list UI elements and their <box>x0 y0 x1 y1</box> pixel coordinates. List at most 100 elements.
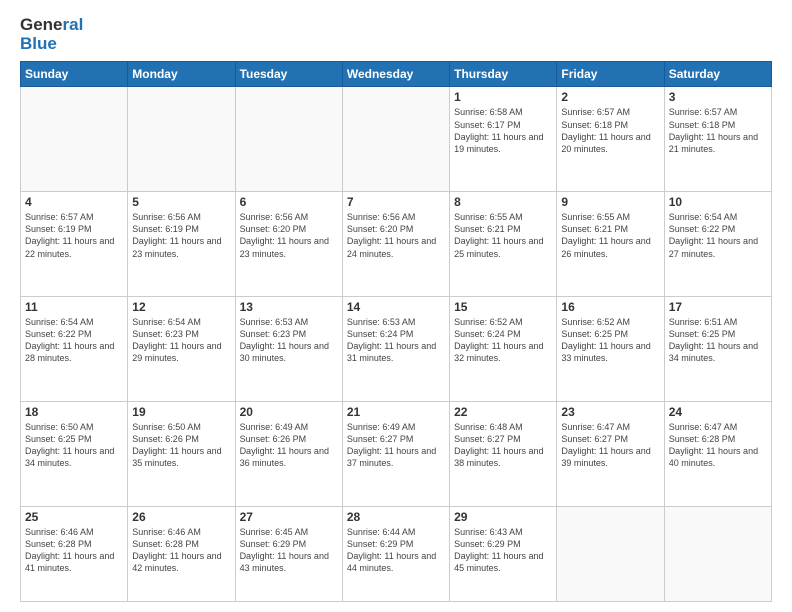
day-number: 13 <box>240 300 338 314</box>
calendar-cell: 6Sunrise: 6:56 AM Sunset: 6:20 PM Daylig… <box>235 192 342 297</box>
weekday-header-friday: Friday <box>557 62 664 87</box>
day-number: 18 <box>25 405 123 419</box>
logo-general: General <box>20 16 83 35</box>
calendar-cell: 17 Sunrise: 6:51 AM Sunset: 6:25 PM Dayli… <box>664 297 771 402</box>
logo-blue: Blue <box>20 35 83 54</box>
calendar-table: SundayMondayTuesdayWednesdayThursdayFrid… <box>20 61 772 602</box>
day-info: Sunrise: 6:50 AM Sunset: 6:25 PM Dayligh… <box>25 421 123 470</box>
calendar-page: Gene ral General Blue SundayMondayTuesda… <box>0 0 792 612</box>
day-info: Sunrise: 6:53 AM Sunset: 6:23 PM Dayligh… <box>240 316 338 365</box>
calendar-cell <box>342 87 449 192</box>
day-number: 25 <box>25 510 123 524</box>
day-number: 7 <box>347 195 445 209</box>
day-number: 27 <box>240 510 338 524</box>
calendar-cell: 25 Sunrise: 6:46 AM Sunset: 6:28 PM Dayli… <box>21 506 128 601</box>
calendar-cell: 22Sunrise: 6:48 AM Sunset: 6:27 PM Dayli… <box>450 401 557 506</box>
day-info: Sunrise: 6:46 AM Sunset: 6:28 PM Dayligh… <box>25 526 123 575</box>
day-info: Sunrise: 6:49 AM Sunset: 6:27 PM Dayligh… <box>347 421 445 470</box>
week-row-4: 18 Sunrise: 6:50 AM Sunset: 6:25 PM Dayli… <box>21 401 772 506</box>
calendar-cell: 7 Sunrise: 6:56 AM Sunset: 6:20 PM Daylig… <box>342 192 449 297</box>
day-info: Sunrise: 6:49 AM Sunset: 6:26 PM Dayligh… <box>240 421 338 470</box>
day-info: Sunrise: 6:47 AM Sunset: 6:27 PM Dayligh… <box>561 421 659 470</box>
logo: Gene ral General Blue <box>20 16 83 53</box>
calendar-cell: 15Sunrise: 6:52 AM Sunset: 6:24 PM Dayli… <box>450 297 557 402</box>
day-number: 4 <box>25 195 123 209</box>
calendar-cell: 20 Sunrise: 6:49 AM Sunset: 6:26 PM Dayli… <box>235 401 342 506</box>
week-row-5: 25 Sunrise: 6:46 AM Sunset: 6:28 PM Dayli… <box>21 506 772 601</box>
day-number: 14 <box>347 300 445 314</box>
day-number: 9 <box>561 195 659 209</box>
header: Gene ral General Blue <box>20 16 772 53</box>
day-info: Sunrise: 6:54 AM Sunset: 6:23 PM Dayligh… <box>132 316 230 365</box>
day-info: Sunrise: 6:54 AM Sunset: 6:22 PM Dayligh… <box>25 316 123 365</box>
calendar-cell <box>21 87 128 192</box>
calendar-cell: 9 Sunrise: 6:55 AM Sunset: 6:21 PM Daylig… <box>557 192 664 297</box>
calendar-cell: 14 Sunrise: 6:53 AM Sunset: 6:24 PM Dayli… <box>342 297 449 402</box>
calendar-cell: 8Sunrise: 6:55 AM Sunset: 6:21 PM Daylig… <box>450 192 557 297</box>
day-info: Sunrise: 6:47 AM Sunset: 6:28 PM Dayligh… <box>669 421 767 470</box>
calendar-cell <box>128 87 235 192</box>
day-info: Sunrise: 6:48 AM Sunset: 6:27 PM Dayligh… <box>454 421 552 470</box>
weekday-header-saturday: Saturday <box>664 62 771 87</box>
day-number: 23 <box>561 405 659 419</box>
day-info: Sunrise: 6:57 AM Sunset: 6:18 PM Dayligh… <box>669 106 767 155</box>
calendar-cell: 2 Sunrise: 6:57 AM Sunset: 6:18 PM Daylig… <box>557 87 664 192</box>
day-info: Sunrise: 6:58 AM Sunset: 6:17 PM Dayligh… <box>454 106 552 155</box>
day-number: 26 <box>132 510 230 524</box>
calendar-cell: 16 Sunrise: 6:52 AM Sunset: 6:25 PM Dayli… <box>557 297 664 402</box>
calendar-cell: 21 Sunrise: 6:49 AM Sunset: 6:27 PM Dayli… <box>342 401 449 506</box>
day-number: 2 <box>561 90 659 104</box>
day-info: Sunrise: 6:52 AM Sunset: 6:25 PM Dayligh… <box>561 316 659 365</box>
weekday-header-thursday: Thursday <box>450 62 557 87</box>
day-info: Sunrise: 6:55 AM Sunset: 6:21 PM Dayligh… <box>454 211 552 260</box>
day-number: 6 <box>240 195 338 209</box>
day-number: 20 <box>240 405 338 419</box>
day-info: Sunrise: 6:52 AM Sunset: 6:24 PM Dayligh… <box>454 316 552 365</box>
calendar-cell: 12 Sunrise: 6:54 AM Sunset: 6:23 PM Dayli… <box>128 297 235 402</box>
weekday-header-sunday: Sunday <box>21 62 128 87</box>
day-info: Sunrise: 6:55 AM Sunset: 6:21 PM Dayligh… <box>561 211 659 260</box>
day-info: Sunrise: 6:43 AM Sunset: 6:29 PM Dayligh… <box>454 526 552 575</box>
day-number: 3 <box>669 90 767 104</box>
day-info: Sunrise: 6:46 AM Sunset: 6:28 PM Dayligh… <box>132 526 230 575</box>
day-number: 1 <box>454 90 552 104</box>
calendar-cell: 13 Sunrise: 6:53 AM Sunset: 6:23 PM Dayli… <box>235 297 342 402</box>
day-info: Sunrise: 6:57 AM Sunset: 6:18 PM Dayligh… <box>561 106 659 155</box>
calendar-cell: 28 Sunrise: 6:44 AM Sunset: 6:29 PM Dayli… <box>342 506 449 601</box>
day-info: Sunrise: 6:56 AM Sunset: 6:20 PM Dayligh… <box>347 211 445 260</box>
calendar-cell: 11Sunrise: 6:54 AM Sunset: 6:22 PM Dayli… <box>21 297 128 402</box>
day-info: Sunrise: 6:56 AM Sunset: 6:19 PM Dayligh… <box>132 211 230 260</box>
day-number: 29 <box>454 510 552 524</box>
calendar-cell: 23 Sunrise: 6:47 AM Sunset: 6:27 PM Dayli… <box>557 401 664 506</box>
day-number: 12 <box>132 300 230 314</box>
day-info: Sunrise: 6:57 AM Sunset: 6:19 PM Dayligh… <box>25 211 123 260</box>
calendar-cell: 19 Sunrise: 6:50 AM Sunset: 6:26 PM Dayli… <box>128 401 235 506</box>
calendar-cell <box>664 506 771 601</box>
day-number: 21 <box>347 405 445 419</box>
calendar-cell: 4 Sunrise: 6:57 AM Sunset: 6:19 PM Daylig… <box>21 192 128 297</box>
day-info: Sunrise: 6:51 AM Sunset: 6:25 PM Dayligh… <box>669 316 767 365</box>
week-row-3: 11Sunrise: 6:54 AM Sunset: 6:22 PM Dayli… <box>21 297 772 402</box>
day-info: Sunrise: 6:50 AM Sunset: 6:26 PM Dayligh… <box>132 421 230 470</box>
calendar-cell <box>557 506 664 601</box>
day-number: 5 <box>132 195 230 209</box>
calendar-cell: 10Sunrise: 6:54 AM Sunset: 6:22 PM Dayli… <box>664 192 771 297</box>
logo-wordmark: General Blue <box>20 16 83 53</box>
day-number: 17 <box>669 300 767 314</box>
day-info: Sunrise: 6:53 AM Sunset: 6:24 PM Dayligh… <box>347 316 445 365</box>
calendar-cell: 1 Sunrise: 6:58 AM Sunset: 6:17 PM Daylig… <box>450 87 557 192</box>
day-number: 16 <box>561 300 659 314</box>
calendar-cell: 3 Sunrise: 6:57 AM Sunset: 6:18 PM Daylig… <box>664 87 771 192</box>
day-info: Sunrise: 6:44 AM Sunset: 6:29 PM Dayligh… <box>347 526 445 575</box>
weekday-header-tuesday: Tuesday <box>235 62 342 87</box>
day-number: 10 <box>669 195 767 209</box>
day-number: 19 <box>132 405 230 419</box>
day-info: Sunrise: 6:45 AM Sunset: 6:29 PM Dayligh… <box>240 526 338 575</box>
week-row-2: 4 Sunrise: 6:57 AM Sunset: 6:19 PM Daylig… <box>21 192 772 297</box>
calendar-cell <box>235 87 342 192</box>
calendar-cell: 18 Sunrise: 6:50 AM Sunset: 6:25 PM Dayli… <box>21 401 128 506</box>
day-number: 28 <box>347 510 445 524</box>
calendar-cell: 5 Sunrise: 6:56 AM Sunset: 6:19 PM Daylig… <box>128 192 235 297</box>
weekday-header-wednesday: Wednesday <box>342 62 449 87</box>
weekday-header-monday: Monday <box>128 62 235 87</box>
